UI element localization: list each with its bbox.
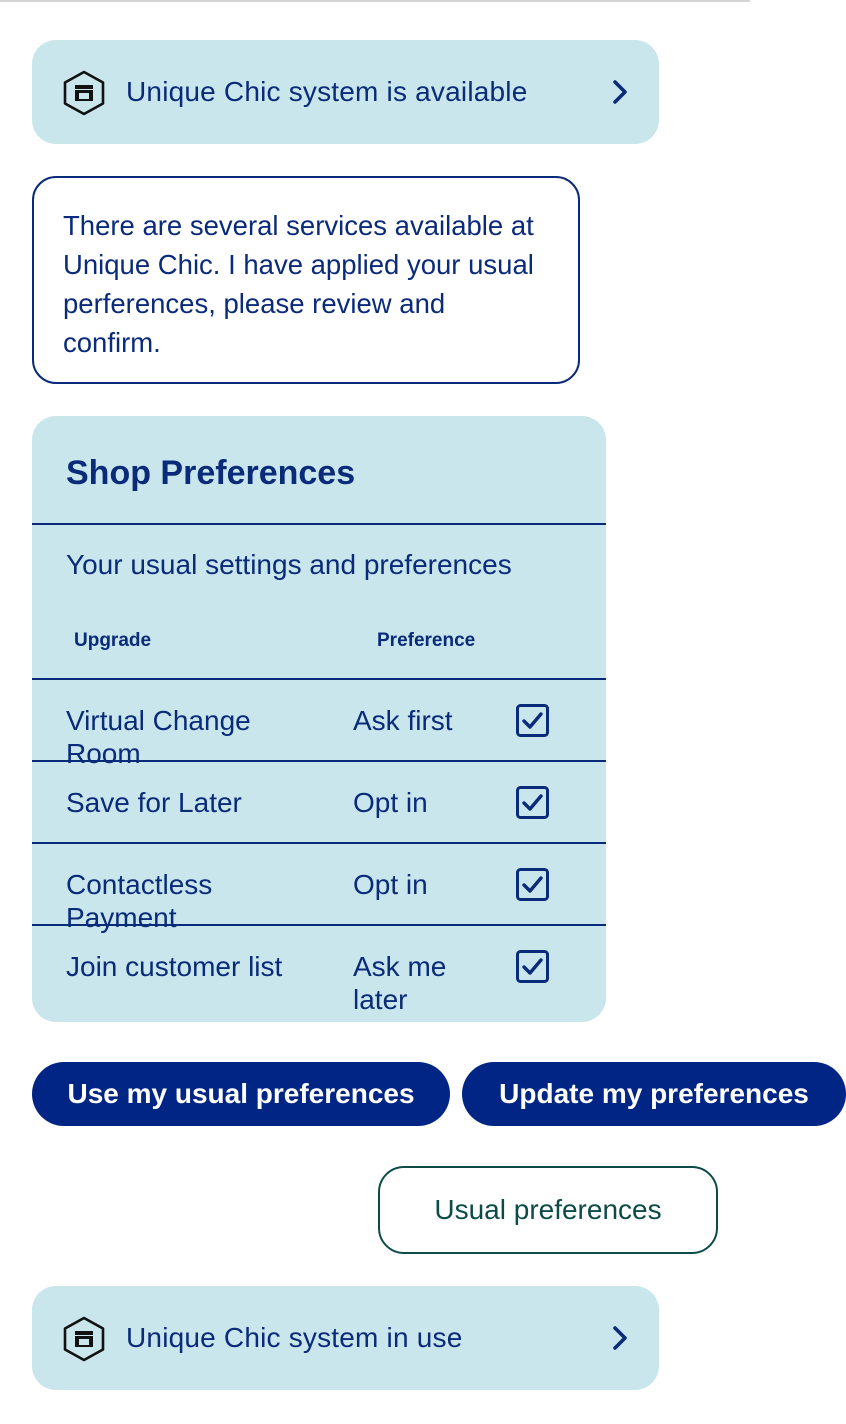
upgrade-name: Save for Later [66, 787, 242, 818]
preference-value: Opt in [353, 787, 428, 818]
shop-preferences-card: Shop Preferences Your usual settings and… [32, 416, 606, 1022]
column-header-preference: Preference [377, 630, 476, 651]
checkbox-checked-icon[interactable] [516, 704, 549, 737]
divider [32, 523, 606, 525]
upgrade-name: Join customer list [66, 951, 283, 982]
top-divider [0, 0, 750, 2]
preference-value: Opt in [353, 869, 428, 900]
system-available-text: Unique Chic system is available [126, 76, 528, 107]
pref-row-join-customer-list: Join customer list Ask me later [32, 926, 606, 1015]
checkbox-checked-icon[interactable] [516, 868, 549, 901]
preference-value: Ask first [353, 705, 453, 736]
system-available-card[interactable]: Unique Chic system is available [32, 40, 659, 144]
chevron-right-icon [613, 80, 627, 104]
user-reply: Usual preferences [378, 1166, 718, 1254]
pref-row-save-for-later: Save for Later Opt in [32, 762, 606, 844]
prefs-subtitle: Your usual settings and preferences [66, 549, 512, 580]
pref-row-contactless-payment: Contactless Payment Opt in [32, 844, 606, 933]
assistant-message: There are several services available at … [32, 176, 580, 384]
store-hexagon-icon [63, 70, 105, 116]
pref-row-virtual-change-room: Virtual Change Room Ask first [32, 680, 606, 769]
store-hexagon-icon [63, 1316, 105, 1362]
system-in-use-text: Unique Chic system in use [126, 1322, 463, 1353]
update-preferences-button[interactable]: Update my preferences [462, 1062, 846, 1126]
checkbox-checked-icon[interactable] [516, 786, 549, 819]
prefs-title: Shop Preferences [66, 454, 356, 492]
use-usual-preferences-button[interactable]: Use my usual preferences [32, 1062, 450, 1126]
checkbox-checked-icon[interactable] [516, 950, 549, 983]
assistant-message-text: There are several services available at … [63, 210, 534, 358]
chevron-right-icon [613, 1326, 627, 1350]
system-in-use-card[interactable]: Unique Chic system in use [32, 1286, 659, 1390]
preference-value: Ask me later [353, 951, 447, 1015]
column-header-upgrade: Upgrade [74, 630, 152, 651]
